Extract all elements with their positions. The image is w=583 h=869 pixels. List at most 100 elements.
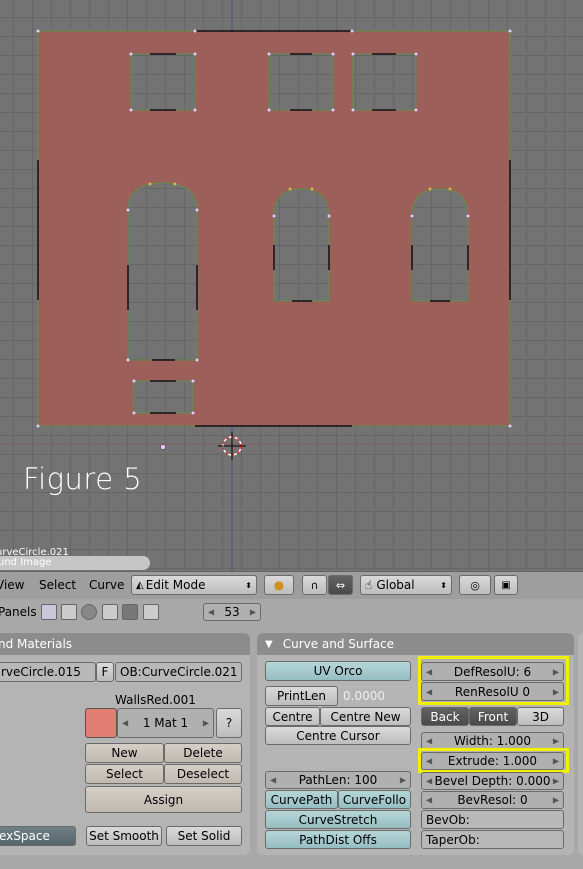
bevel-depth-value: Bevel Depth: 0.000 [434,774,551,788]
material-index-field[interactable]: ◀ 1 Mat 1 ▶ [117,708,214,738]
3d-label: 3D [532,709,549,724]
back-label: Back [430,709,460,724]
menu-select[interactable]: Select [39,578,76,592]
curvepath-button[interactable]: CurvePath [265,790,338,809]
bevresol-field[interactable]: ◀ BevResol: 0 ▶ [421,791,564,809]
editing-context-icon[interactable] [102,604,118,620]
next-panel-edge [578,633,583,855]
viewport-tab[interactable]: und Image [0,556,150,570]
mesh-name-field[interactable]: rveCircle.015 [0,662,96,682]
material-index-value: 1 Mat 1 [142,716,189,730]
mesh-context-icon[interactable] [122,604,138,620]
fake-user-button[interactable]: F [96,662,114,682]
pathdist-offs-label: PathDist Offs [299,832,377,847]
bevob-field[interactable]: BevOb: [421,810,564,829]
width-value: Width: 1.000 [453,734,532,748]
deselect-label: Deselect [176,767,230,781]
bevob-label: BevOb: [426,812,470,827]
texspace-button[interactable]: exSpace [0,826,76,846]
pathdist-offs-button[interactable]: PathDist Offs [265,830,411,849]
back-toggle[interactable]: Back [421,707,469,726]
arrow-right-icon: ▶ [399,775,406,785]
delete-label: Delete [183,746,223,760]
orientation-label: Global [376,578,415,592]
curvestretch-button[interactable]: CurveStretch [265,810,411,829]
centre-new-button[interactable]: Centre New [320,707,411,726]
new-material-button[interactable]: New [85,743,164,763]
render-button[interactable]: ▣ [494,575,518,595]
uv-orco-label: UV Orco [313,664,363,678]
arrow-right-icon: ▶ [249,607,256,617]
arrow-left-icon: ◀ [270,775,277,785]
material-help-button[interactable]: ? [216,708,242,738]
uv-orco-button[interactable]: UV Orco [265,661,411,681]
texspace-label: exSpace [0,829,50,843]
curvepath-label: CurvePath [270,792,333,807]
delete-material-button[interactable]: Delete [164,743,242,763]
arrow-left-icon: ◀ [426,795,433,805]
3d-toggle[interactable]: 3D [517,707,564,726]
help-label: ? [225,716,233,730]
front-toggle[interactable]: Front [469,707,517,726]
printlen-button[interactable]: PrintLen [265,686,338,706]
set-smooth-label: Set Smooth [89,829,159,843]
pathlen-field[interactable]: ◀ PathLen: 100 ▶ [265,771,411,789]
centre-button[interactable]: Centre [265,707,320,726]
set-solid-button[interactable]: Set Solid [166,826,242,846]
mode-label: Edit Mode [145,578,206,592]
object-origin [160,444,166,450]
3d-viewport[interactable]: Figure 5 urveCircle.021 und Image [0,0,583,571]
frame-number-field[interactable]: ◀ 53 ▶ [203,603,261,621]
updown-icon: ⬍ [245,580,252,590]
assign-label: Assign [143,792,184,807]
collapse-triangle-icon: ▼ [265,638,273,650]
taperob-field[interactable]: TaperOb: [421,830,564,849]
edit-mode-icon: ◭ [136,579,144,591]
sphere-icon: ● [273,578,285,592]
material-name-label: WallsRed.001 [115,693,196,707]
menu-curve[interactable]: Curve [89,578,124,592]
centre-new-label: Centre New [330,709,401,724]
menu-view[interactable]: View [0,578,24,592]
figure-label: Figure 5 [23,462,143,496]
select-material-button[interactable]: Select [85,764,164,784]
orientation-select[interactable]: ☝ Global ⬍ [360,575,452,595]
scene-context-icon[interactable] [143,604,159,620]
fake-user-label: F [101,665,109,679]
object-name-field[interactable]: OB:CurveCircle.021 [115,662,242,682]
panels-label: Panels [0,605,37,619]
arrow-left-icon: ◀ [426,776,433,786]
hand-icon: ☝ [365,578,373,592]
arrow-right-icon: ▶ [552,776,559,786]
object-context-icon[interactable] [61,604,77,620]
bevel-depth-field[interactable]: ◀ Bevel Depth: 0.000 ▶ [421,772,564,790]
manipulator-toggle[interactable]: ⇔ [328,575,353,595]
centre-cursor-button[interactable]: Centre Cursor [265,726,411,745]
frame-number-value: 53 [224,605,240,619]
pathlen-value: PathLen: 100 [298,773,378,787]
printlen-label: PrintLen [276,689,327,703]
proportional-edit-select[interactable]: ◎ [459,575,491,595]
arrow-right-icon: ▶ [202,718,209,728]
image-icon: ▣ [501,579,511,591]
bevresol-value: BevResol: 0 [457,793,528,807]
material-sphere-icon[interactable] [81,604,97,620]
assign-material-button[interactable]: Assign [85,786,242,813]
materials-panel-header[interactable]: nd Materials [0,633,250,655]
viewport-tab-label: und Image [0,557,52,568]
set-smooth-button[interactable]: Set Smooth [86,826,162,846]
arrow-right-icon: ▶ [552,736,559,746]
arrow-left-icon: ◀ [426,736,433,746]
deselect-material-button[interactable]: Deselect [164,764,242,784]
curve-panel-title: Curve and Surface [282,637,395,651]
printlen-value: 0.0000 [343,689,385,703]
shading-context-icon[interactable] [41,604,57,620]
curve-panel-header[interactable]: ▼ Curve and Surface [257,633,574,655]
material-color-swatch[interactable] [85,708,117,738]
draw-type-select[interactable]: ● [264,575,294,595]
curvefollow-button[interactable]: CurveFollo [338,790,411,809]
pivot-button[interactable]: ∩ [302,575,327,595]
mode-select[interactable]: ◭ Edit Mode ⬍ [131,575,257,595]
curvestretch-label: CurveStretch [298,812,378,827]
wall-face [37,30,511,427]
